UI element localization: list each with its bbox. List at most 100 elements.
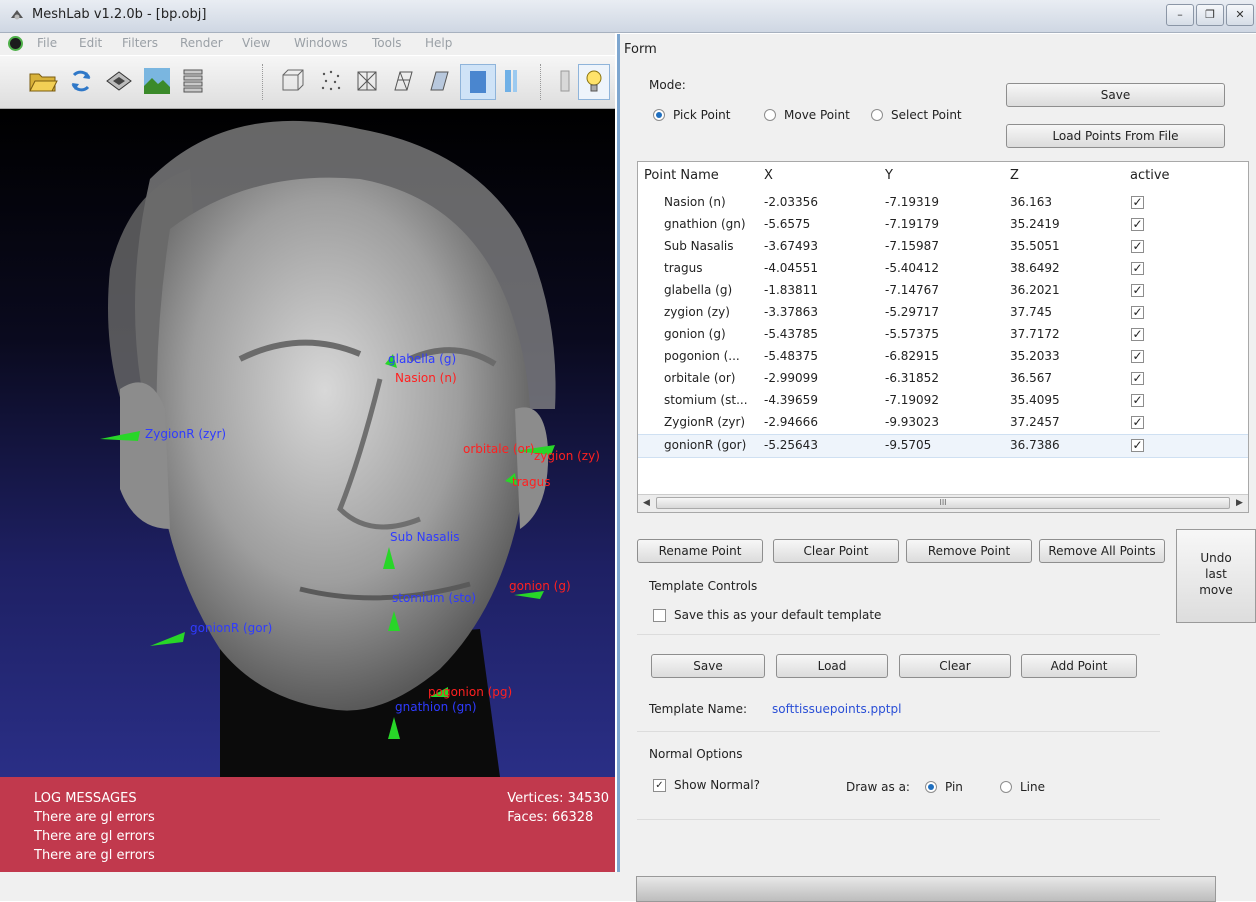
maximize-button[interactable]: ❐ [1196, 4, 1224, 26]
add-point-button[interactable]: Add Point [1021, 654, 1137, 678]
menu-help[interactable]: Help [425, 36, 452, 50]
table-row[interactable]: ZygionR (zyr) -2.94666 -9.93023 37.2457 ✓ [638, 412, 1248, 434]
log-line: There are gl errors [34, 810, 155, 825]
template-name-label: Template Name: [649, 702, 748, 716]
table-row[interactable]: stomium (st... -4.39659 -7.19092 35.4095 ✓ [638, 390, 1248, 412]
column-header[interactable]: active [1130, 168, 1170, 183]
table-row[interactable]: gnathion (gn) -5.6575 -7.19179 35.2419 ✓ [638, 214, 1248, 236]
active-checkbox[interactable]: ✓ [1131, 306, 1144, 319]
checkbox-label: Show Normal? [674, 778, 760, 792]
horizontal-scrollbar[interactable]: ◀ III ▶ [638, 494, 1248, 512]
cell-x: -2.03356 [764, 195, 818, 209]
scroll-left-icon[interactable]: ◀ [643, 498, 650, 508]
wireframe-icon[interactable] [350, 64, 384, 98]
scrollbar-thumb[interactable]: III [656, 497, 1230, 509]
template-clear-button[interactable]: Clear [899, 654, 1011, 678]
menu-view[interactable]: View [242, 36, 270, 50]
checkbox-label: Save this as your default template [674, 608, 882, 622]
active-checkbox[interactable]: ✓ [1131, 439, 1144, 452]
open-folder-icon[interactable] [26, 64, 60, 98]
table-row[interactable]: pogonion (... -5.48375 -6.82915 35.2033 ✓ [638, 346, 1248, 368]
texture-icon[interactable] [494, 64, 528, 98]
undo-last-move-button[interactable]: Undo last move [1176, 529, 1256, 623]
smooth-icon[interactable] [460, 64, 496, 100]
table-row[interactable]: tragus -4.04551 -5.40412 38.6492 ✓ [638, 258, 1248, 280]
template-name-value: softtissuepoints.pptpl [772, 702, 902, 716]
export-icon[interactable] [102, 64, 136, 98]
table-row[interactable]: orbitale (or) -2.99099 -6.31852 36.567 ✓ [638, 368, 1248, 390]
cell-z: 36.163 [1010, 195, 1052, 209]
cell-name: stomium (st... [664, 393, 748, 407]
active-checkbox[interactable]: ✓ [1131, 262, 1144, 275]
flat-icon[interactable] [422, 64, 456, 98]
close-button[interactable]: ✕ [1226, 4, 1254, 26]
table-row[interactable]: gonionR (gor) -5.25643 -9.5705 36.7386 ✓ [638, 434, 1248, 458]
radio-icon [871, 109, 883, 121]
active-checkbox[interactable]: ✓ [1131, 196, 1144, 209]
table-row[interactable]: Nasion (n) -2.03356 -7.19319 36.163 ✓ [638, 192, 1248, 214]
menu-filters[interactable]: Filters [122, 36, 158, 50]
table-row[interactable]: gonion (g) -5.43785 -5.57375 37.7172 ✓ [638, 324, 1248, 346]
cell-x: -2.99099 [764, 371, 818, 385]
table-row[interactable]: glabella (g) -1.83811 -7.14767 36.2021 ✓ [638, 280, 1248, 302]
menu-render[interactable]: Render [180, 36, 223, 50]
active-checkbox[interactable]: ✓ [1131, 284, 1144, 297]
mode-move-point[interactable]: Move Point [764, 108, 850, 122]
point-label: glabella (g) [388, 352, 457, 366]
undo-label: last [1205, 567, 1227, 581]
active-checkbox[interactable]: ✓ [1131, 394, 1144, 407]
active-checkbox[interactable]: ✓ [1131, 328, 1144, 341]
menu-file[interactable]: File [37, 36, 57, 50]
remove-all-points-button[interactable]: Remove All Points [1039, 539, 1165, 563]
snapshot-icon[interactable] [140, 64, 174, 98]
active-checkbox[interactable]: ✓ [1131, 218, 1144, 231]
clear-point-button[interactable]: Clear Point [773, 539, 899, 563]
mode-select-point[interactable]: Select Point [871, 108, 962, 122]
light-icon[interactable] [548, 64, 582, 98]
3d-viewport[interactable]: glabella (g) Nasion (n) ZygionR (zyr) or… [0, 109, 615, 872]
column-header[interactable]: Z [1010, 168, 1019, 183]
active-checkbox[interactable]: ✓ [1131, 350, 1144, 363]
point-label: gonion (g) [509, 579, 571, 593]
mesh-stats: Vertices: 34530 Faces: 66328 [507, 789, 609, 827]
cell-name: gnathion (gn) [664, 217, 746, 231]
points-table[interactable]: Point Name X Y Z active Nasion (n) -2.033… [637, 161, 1249, 513]
hidden-lines-icon[interactable] [386, 64, 420, 98]
save-points-button[interactable]: Save [1006, 83, 1225, 107]
reload-icon[interactable] [64, 64, 98, 98]
point-label: zygion (zy) [534, 449, 600, 463]
column-header[interactable]: Y [885, 168, 893, 183]
lightbulb-icon[interactable] [578, 64, 610, 100]
radio-icon [1000, 781, 1012, 793]
cell-z: 37.7172 [1010, 327, 1060, 341]
remove-point-button[interactable]: Remove Point [906, 539, 1032, 563]
cell-name: orbitale (or) [664, 371, 736, 385]
table-row[interactable]: Sub Nasalis -3.67493 -7.15987 35.5051 ✓ [638, 236, 1248, 258]
column-header[interactable]: X [764, 168, 773, 183]
active-checkbox[interactable]: ✓ [1131, 240, 1144, 253]
table-row[interactable]: zygion (zy) -3.37863 -5.29717 37.745 ✓ [638, 302, 1248, 324]
menu-edit[interactable]: Edit [79, 36, 102, 50]
scroll-right-icon[interactable]: ▶ [1236, 498, 1243, 508]
active-checkbox[interactable]: ✓ [1131, 372, 1144, 385]
menu-windows[interactable]: Windows [294, 36, 348, 50]
save-default-template-checkbox[interactable]: Save this as your default template [653, 608, 881, 622]
show-normal-checkbox[interactable]: ✓ Show Normal? [653, 778, 760, 792]
bbox-icon[interactable] [276, 64, 310, 98]
load-points-button[interactable]: Load Points From File [1006, 124, 1225, 148]
checkmark-icon: ✓ [653, 778, 666, 792]
rename-point-button[interactable]: Rename Point [637, 539, 763, 563]
draw-as-pin[interactable]: Pin [925, 780, 963, 794]
point-label: tragus [512, 475, 551, 489]
column-header[interactable]: Point Name [644, 168, 719, 183]
template-save-button[interactable]: Save [651, 654, 765, 678]
cell-name: tragus [664, 261, 703, 275]
points-icon[interactable] [314, 64, 348, 98]
menu-tools[interactable]: Tools [372, 36, 402, 50]
template-load-button[interactable]: Load [776, 654, 888, 678]
active-checkbox[interactable]: ✓ [1131, 416, 1144, 429]
layers-icon[interactable] [176, 64, 210, 98]
minimize-button[interactable]: – [1166, 4, 1194, 26]
draw-as-line[interactable]: Line [1000, 780, 1045, 794]
mode-pick-point[interactable]: Pick Point [653, 108, 730, 122]
